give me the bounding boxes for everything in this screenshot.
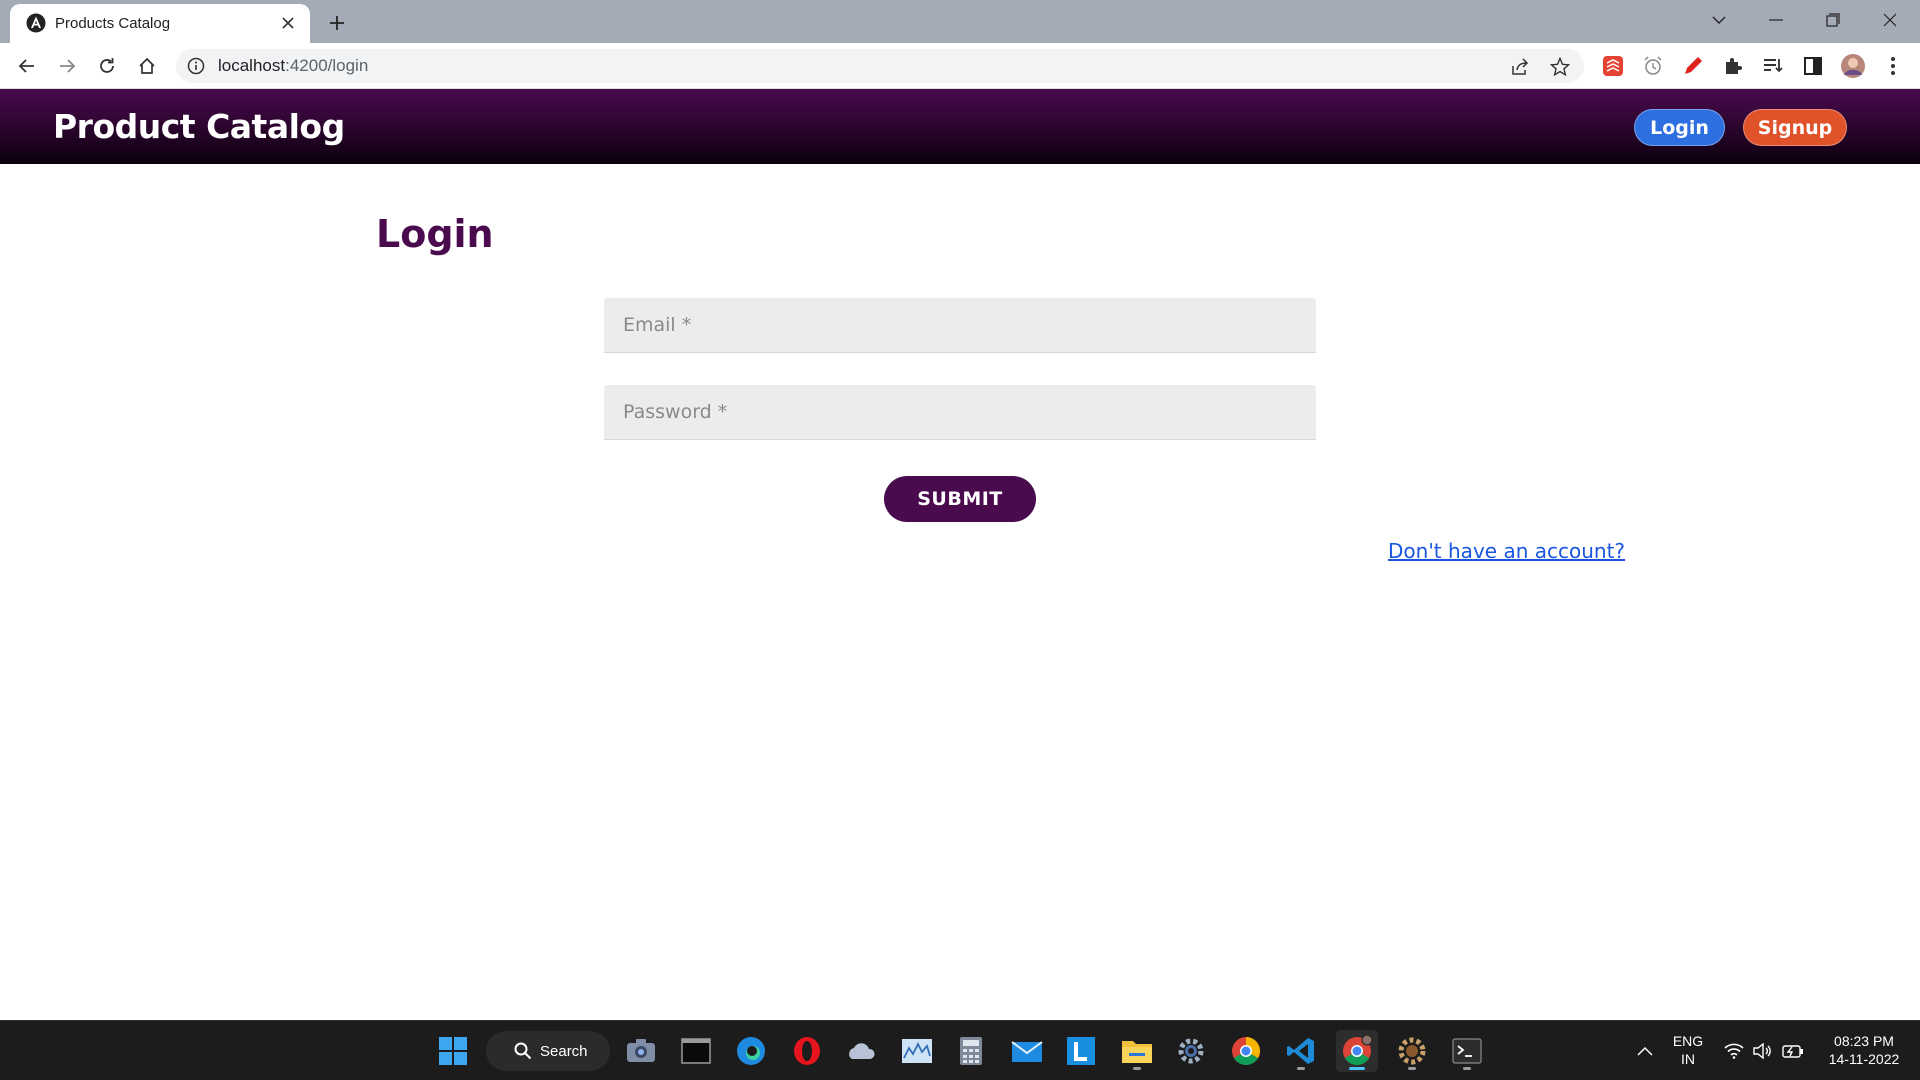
clock-time: 08:23 PM [1834, 1033, 1894, 1049]
search-icon [514, 1042, 532, 1060]
language-indicator[interactable]: ENG IN [1666, 1032, 1710, 1068]
app-header: Product Catalog Login Signup [0, 89, 1920, 164]
todoist-extension-icon[interactable] [1600, 53, 1626, 79]
region-code: IN [1681, 1051, 1695, 1067]
tab-title: Products Catalog [55, 15, 171, 32]
browser-toolbar: localhost:4200/login [0, 43, 1920, 89]
terminal-window-icon[interactable] [675, 1030, 717, 1072]
volume-icon[interactable] [1752, 1040, 1774, 1062]
new-tab-plus-icon[interactable] [324, 10, 350, 36]
url-text: localhost:4200/login [218, 56, 369, 75]
email-field[interactable] [604, 298, 1316, 353]
clock-date: 14-11-2022 [1828, 1051, 1900, 1067]
l-app-icon[interactable] [1060, 1030, 1102, 1072]
angular-favicon-icon [26, 13, 46, 33]
page-title: Login [376, 212, 494, 256]
file-explorer-icon[interactable] [1116, 1030, 1158, 1072]
signup-link[interactable]: Don't have an account? [1388, 539, 1625, 563]
brand-title[interactable]: Product Catalog [53, 89, 345, 164]
active-indicator [1349, 1067, 1365, 1070]
back-arrow-icon[interactable] [11, 50, 43, 82]
camera-app-icon[interactable] [620, 1030, 662, 1072]
cloud-app-icon[interactable] [840, 1030, 882, 1072]
edge-browser-icon[interactable] [730, 1030, 772, 1072]
browser-tab[interactable]: Products Catalog [10, 4, 310, 43]
running-indicator [1408, 1067, 1416, 1070]
language-code: ENG [1672, 1033, 1704, 1049]
share-icon[interactable] [1509, 56, 1531, 78]
settings-gear-icon[interactable] [1170, 1030, 1212, 1072]
header-signup-button[interactable]: Signup [1743, 109, 1847, 146]
home-icon[interactable] [131, 50, 163, 82]
tab-search-chevron-icon[interactable] [1699, 6, 1739, 34]
chrome-icon[interactable] [1225, 1030, 1267, 1072]
gear-app-icon[interactable] [1391, 1030, 1433, 1072]
close-tab-icon[interactable] [278, 13, 298, 33]
vscode-icon[interactable] [1280, 1030, 1322, 1072]
running-indicator [1133, 1067, 1141, 1070]
calculator-icon[interactable] [950, 1030, 992, 1072]
running-indicator [1297, 1067, 1305, 1070]
side-panel-icon[interactable] [1800, 53, 1826, 79]
chrome-active-icon[interactable] [1336, 1030, 1378, 1072]
opera-browser-icon[interactable] [786, 1030, 828, 1072]
site-info-icon[interactable] [186, 56, 206, 76]
reading-list-icon[interactable] [1760, 53, 1786, 79]
profile-avatar-icon[interactable] [1840, 53, 1866, 79]
close-window-icon[interactable] [1870, 6, 1910, 34]
header-login-button[interactable]: Login [1634, 109, 1725, 146]
reload-icon[interactable] [91, 50, 123, 82]
taskbar: Search ENG IN 08:23 PM 14-11-2022 [0, 1020, 1920, 1080]
submit-button[interactable]: SUBMIT [884, 476, 1036, 522]
extensions-puzzle-icon[interactable] [1720, 53, 1746, 79]
windows-terminal-icon[interactable] [1446, 1030, 1488, 1072]
browser-tab-strip: Products Catalog [0, 0, 1920, 43]
browser-menu-icon[interactable] [1880, 53, 1906, 79]
resource-monitor-icon[interactable] [896, 1030, 938, 1072]
battery-charging-icon[interactable] [1782, 1040, 1804, 1062]
alarm-clock-extension-icon[interactable] [1640, 53, 1666, 79]
taskbar-search-label: Search [540, 1042, 588, 1060]
minimize-icon[interactable] [1756, 6, 1796, 34]
taskbar-search[interactable]: Search [486, 1031, 610, 1071]
address-bar[interactable]: localhost:4200/login [176, 49, 1584, 83]
show-hidden-icons-chevron-icon[interactable] [1634, 1040, 1656, 1062]
mail-icon[interactable] [1006, 1030, 1048, 1072]
forward-arrow-icon[interactable] [51, 50, 83, 82]
bookmark-star-icon[interactable] [1549, 56, 1571, 78]
running-indicator [1463, 1067, 1471, 1070]
windows-start-icon[interactable] [432, 1030, 474, 1072]
clock[interactable]: 08:23 PM 14-11-2022 [1816, 1032, 1912, 1068]
wifi-icon[interactable] [1723, 1040, 1745, 1062]
restore-icon[interactable] [1813, 6, 1853, 34]
password-field[interactable] [604, 385, 1316, 440]
pen-extension-icon[interactable] [1680, 53, 1706, 79]
